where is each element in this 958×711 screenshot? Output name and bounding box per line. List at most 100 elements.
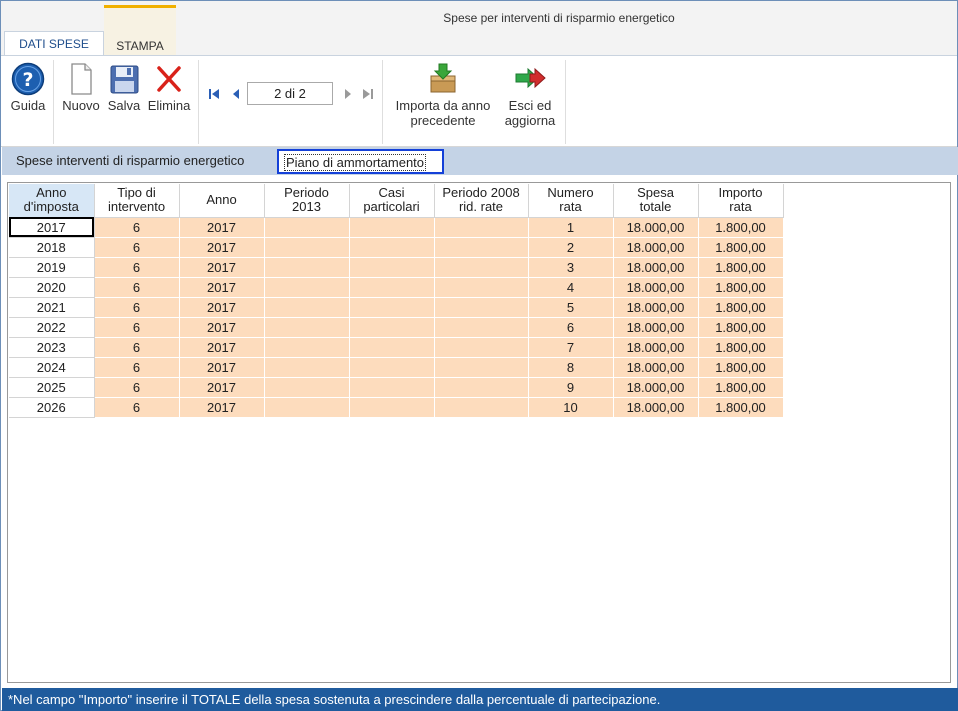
table-cell[interactable]: 2021 xyxy=(9,297,95,318)
table-cell[interactable]: 2017 xyxy=(9,217,95,238)
table-cell[interactable]: 6 xyxy=(94,357,180,378)
table-cell[interactable] xyxy=(434,217,529,238)
table-cell[interactable]: 18.000,00 xyxy=(613,297,699,318)
table-cell[interactable]: 9 xyxy=(528,377,614,398)
table-cell[interactable]: 6 xyxy=(94,257,180,278)
esci-aggiorna-button[interactable]: Esci ed aggiorna xyxy=(499,62,561,128)
nuovo-button[interactable]: Nuovo xyxy=(59,62,103,113)
table-cell[interactable]: 2023 xyxy=(9,337,95,358)
pager-field[interactable]: 2 di 2 xyxy=(247,82,333,105)
table-cell[interactable]: 18.000,00 xyxy=(613,337,699,358)
table-cell[interactable] xyxy=(349,217,435,238)
table-cell[interactable]: 10 xyxy=(528,397,614,418)
table-cell[interactable]: 6 xyxy=(94,277,180,298)
first-record-icon[interactable] xyxy=(207,87,221,101)
column-header[interactable]: Importo rata xyxy=(698,184,784,218)
table-cell[interactable]: 1.800,00 xyxy=(698,357,784,378)
table-cell[interactable]: 6 xyxy=(94,377,180,398)
table-cell[interactable] xyxy=(349,337,435,358)
salva-button[interactable]: Salva xyxy=(105,62,143,113)
table-cell[interactable]: 8 xyxy=(528,357,614,378)
table-cell[interactable]: 18.000,00 xyxy=(613,237,699,258)
table-cell[interactable]: 2017 xyxy=(179,217,265,238)
table-cell[interactable]: 18.000,00 xyxy=(613,277,699,298)
table-cell[interactable] xyxy=(434,357,529,378)
table-cell[interactable] xyxy=(434,397,529,418)
column-header[interactable]: Casi particolari xyxy=(349,184,435,218)
table-cell[interactable]: 5 xyxy=(528,297,614,318)
table-cell[interactable]: 6 xyxy=(94,297,180,318)
table-cell[interactable] xyxy=(264,397,350,418)
table-cell[interactable] xyxy=(434,297,529,318)
column-header[interactable]: Periodo 2013 xyxy=(264,184,350,218)
table-cell[interactable]: 1.800,00 xyxy=(698,217,784,238)
table-cell[interactable] xyxy=(349,397,435,418)
last-record-icon[interactable] xyxy=(361,87,375,101)
table-cell[interactable] xyxy=(349,297,435,318)
column-header[interactable]: Spesa totale xyxy=(613,184,699,218)
table-cell[interactable]: 2026 xyxy=(9,397,95,418)
table-cell[interactable] xyxy=(264,317,350,338)
table-cell[interactable]: 6 xyxy=(528,317,614,338)
importa-button[interactable]: Importa da anno precedente xyxy=(387,62,499,128)
table-cell[interactable]: 2019 xyxy=(9,257,95,278)
table-cell[interactable]: 2017 xyxy=(179,377,265,398)
table-cell[interactable]: 2017 xyxy=(179,317,265,338)
table-cell[interactable]: 1.800,00 xyxy=(698,277,784,298)
table-cell[interactable]: 1.800,00 xyxy=(698,377,784,398)
elimina-button[interactable]: Elimina xyxy=(146,62,192,113)
table-cell[interactable]: 6 xyxy=(94,237,180,258)
table-cell[interactable] xyxy=(264,257,350,278)
table-cell[interactable]: 6 xyxy=(94,317,180,338)
table-cell[interactable] xyxy=(434,237,529,258)
table-cell[interactable]: 18.000,00 xyxy=(613,217,699,238)
table-cell[interactable]: 2017 xyxy=(179,397,265,418)
column-header[interactable]: Tipo di intervento xyxy=(94,184,180,218)
table-cell[interactable] xyxy=(264,297,350,318)
table-cell[interactable] xyxy=(349,357,435,378)
table-cell[interactable] xyxy=(434,337,529,358)
table-cell[interactable] xyxy=(434,257,529,278)
table-cell[interactable]: 18.000,00 xyxy=(613,377,699,398)
table-cell[interactable]: 2017 xyxy=(179,277,265,298)
table-cell[interactable]: 2017 xyxy=(179,297,265,318)
table-cell[interactable]: 2017 xyxy=(179,237,265,258)
section-tab-piano-ammortamento[interactable]: Piano di ammortamento xyxy=(277,149,444,174)
table-cell[interactable]: 7 xyxy=(528,337,614,358)
table-cell[interactable]: 18.000,00 xyxy=(613,397,699,418)
table-cell[interactable] xyxy=(349,377,435,398)
table-cell[interactable]: 1.800,00 xyxy=(698,237,784,258)
table-cell[interactable] xyxy=(349,317,435,338)
table-cell[interactable] xyxy=(264,337,350,358)
table-cell[interactable]: 6 xyxy=(94,217,180,238)
column-header[interactable]: Anno xyxy=(179,184,265,218)
table-cell[interactable]: 2020 xyxy=(9,277,95,298)
table-cell[interactable] xyxy=(434,377,529,398)
guida-button[interactable]: ? Guida xyxy=(8,62,48,113)
table-cell[interactable]: 2025 xyxy=(9,377,95,398)
table-cell[interactable]: 1.800,00 xyxy=(698,317,784,338)
table-cell[interactable] xyxy=(264,237,350,258)
table-cell[interactable]: 2018 xyxy=(9,237,95,258)
table-cell[interactable]: 2017 xyxy=(179,337,265,358)
table-cell[interactable]: 1.800,00 xyxy=(698,297,784,318)
table-cell[interactable]: 1.800,00 xyxy=(698,337,784,358)
table-cell[interactable]: 18.000,00 xyxy=(613,357,699,378)
previous-record-icon[interactable] xyxy=(229,87,243,101)
column-header[interactable]: Anno d'imposta xyxy=(9,184,95,218)
column-header[interactable]: Periodo 2008 rid. rate xyxy=(434,184,529,218)
table-cell[interactable] xyxy=(264,277,350,298)
table-cell[interactable] xyxy=(434,277,529,298)
table-cell[interactable] xyxy=(349,237,435,258)
table-cell[interactable]: 6 xyxy=(94,397,180,418)
table-cell[interactable] xyxy=(349,277,435,298)
table-cell[interactable]: 6 xyxy=(94,337,180,358)
table-cell[interactable] xyxy=(264,357,350,378)
table-cell[interactable]: 1 xyxy=(528,217,614,238)
table-cell[interactable]: 3 xyxy=(528,257,614,278)
table-cell[interactable]: 2024 xyxy=(9,357,95,378)
tab-stampa[interactable]: STAMPA xyxy=(104,5,176,55)
table-cell[interactable]: 18.000,00 xyxy=(613,257,699,278)
tab-dati-spese[interactable]: DATI SPESE xyxy=(4,31,104,56)
table-cell[interactable] xyxy=(434,317,529,338)
